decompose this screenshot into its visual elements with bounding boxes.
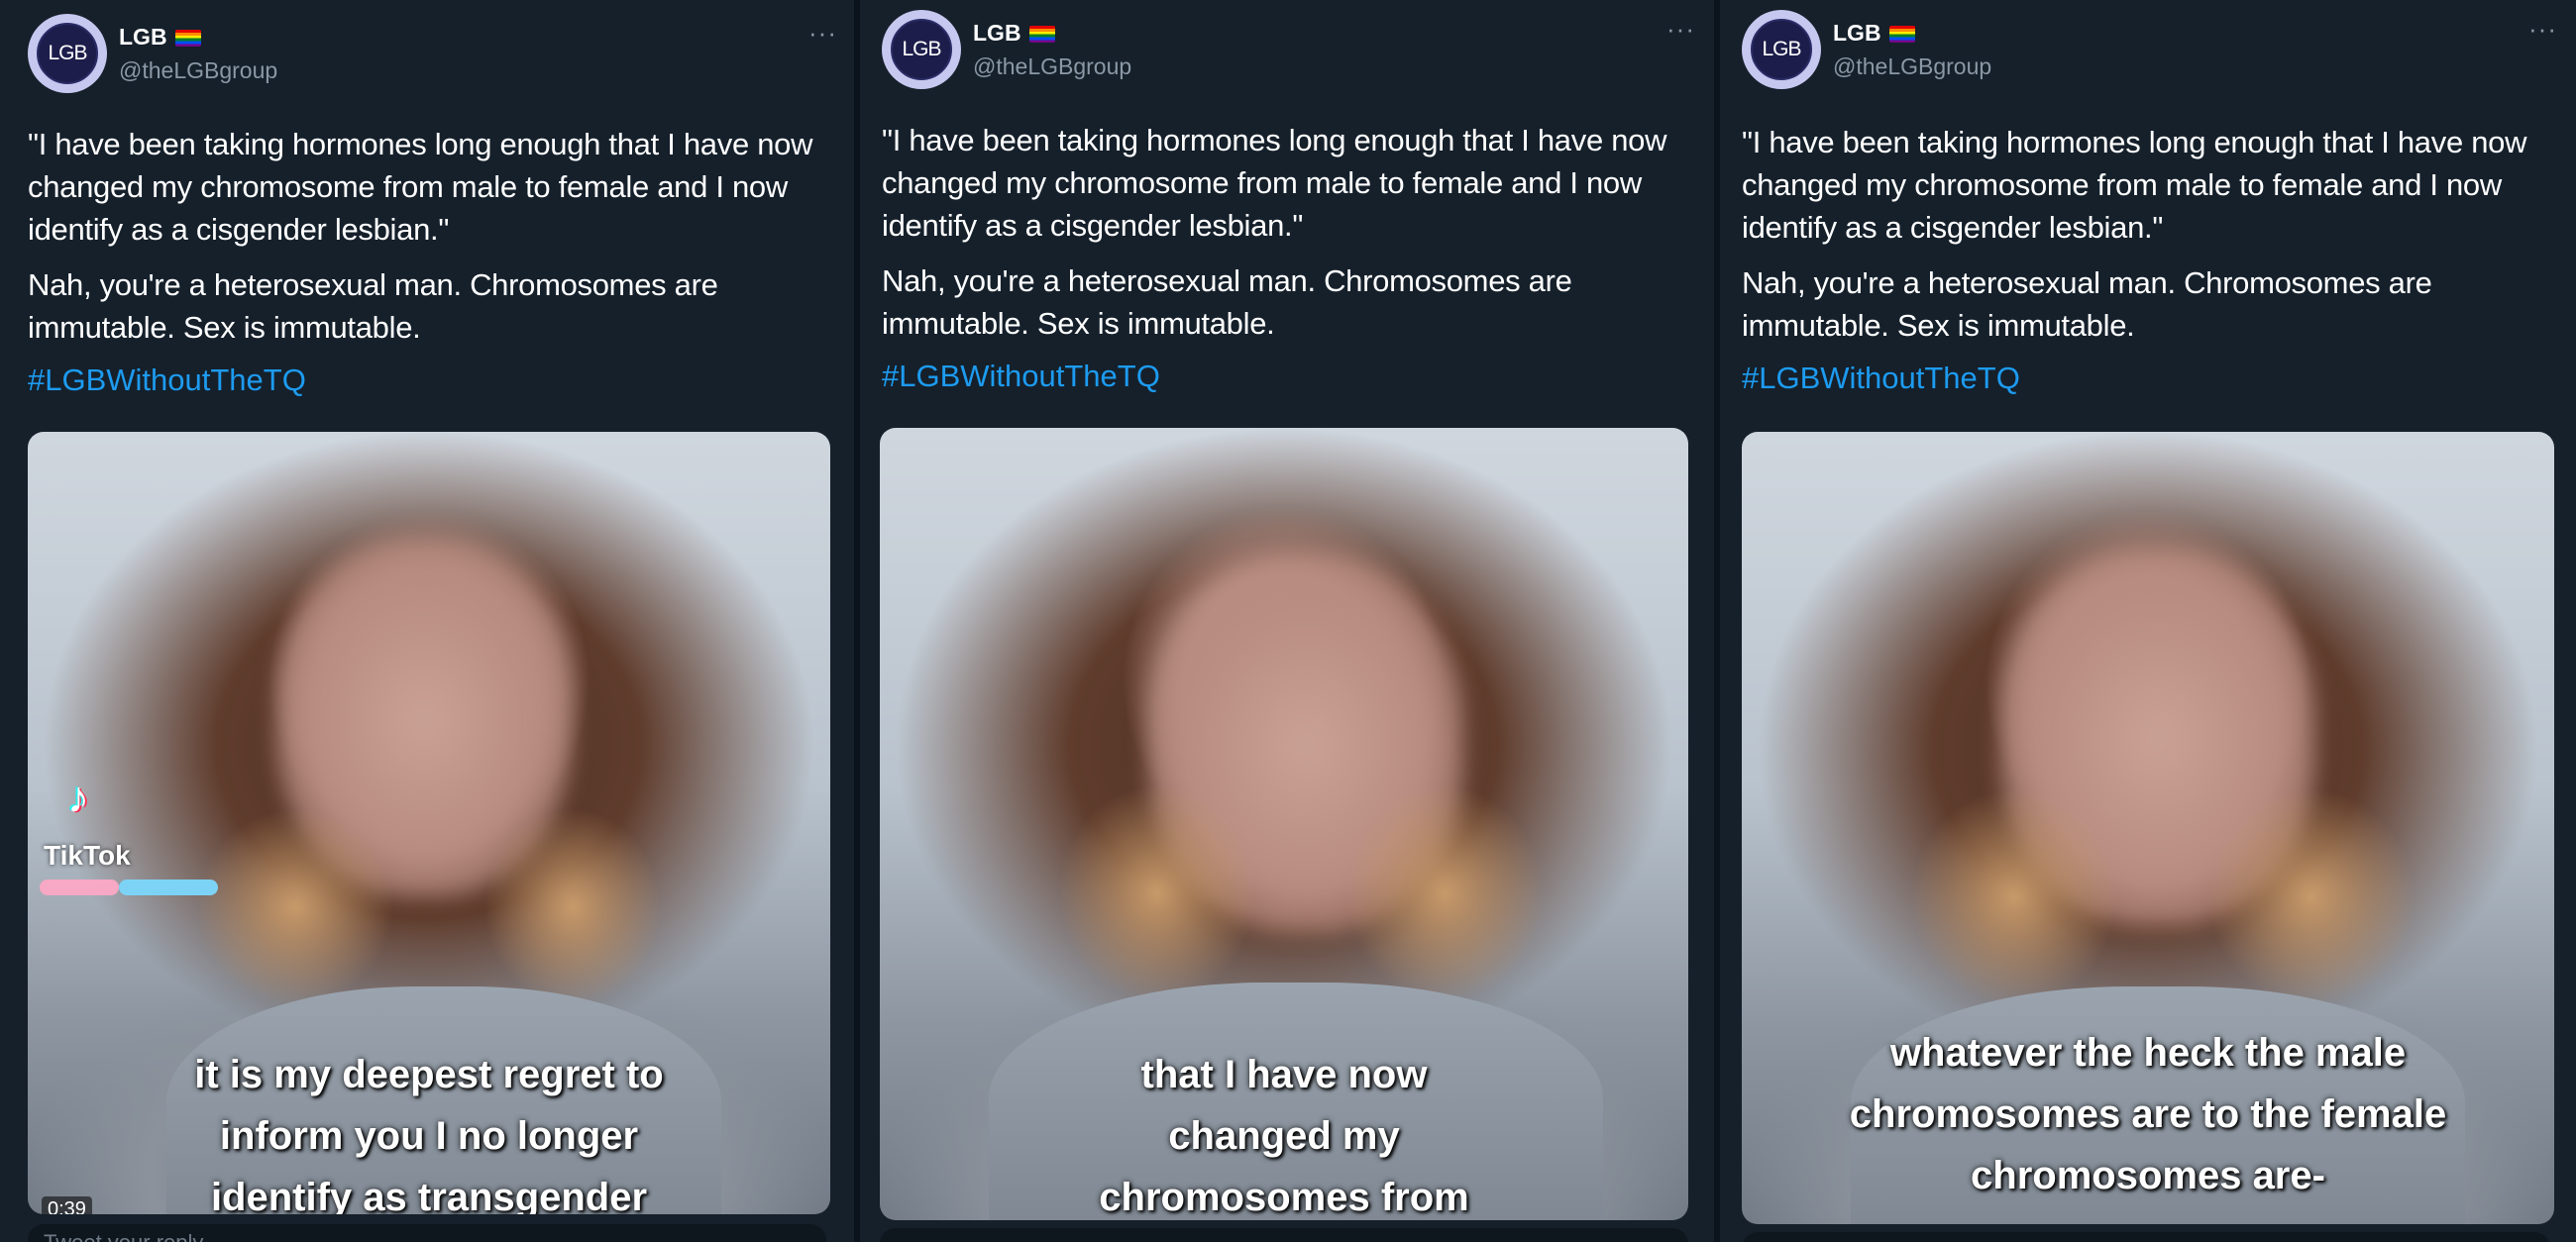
quoted-text: "I have been taking hormones long enough… xyxy=(28,127,813,247)
reply-input[interactable] xyxy=(1742,1232,2550,1242)
video-player[interactable]: ♪ TikTok it is my deepest regret to info… xyxy=(28,432,830,1214)
user-handle[interactable]: @theLGBgroup xyxy=(119,57,277,84)
screenshot-collage: LGB LGB @theLGBgroup ··· "I have been ta… xyxy=(0,0,2576,1242)
display-name[interactable]: LGB xyxy=(1833,20,1915,47)
hair-highlight xyxy=(1910,788,2118,1006)
quoted-text: "I have been taking hormones long enough… xyxy=(1742,125,2527,245)
display-name-text: LGB xyxy=(973,20,1021,46)
video-player[interactable]: that I have now changed my chromosomes f… xyxy=(880,428,1688,1220)
display-name[interactable]: LGB xyxy=(119,24,201,51)
hashtag-link[interactable]: #LGBWithoutTheTQ xyxy=(882,359,1160,394)
avatar[interactable]: LGB xyxy=(28,14,107,93)
tweet-text: Nah, you're a heterosexual man. Chromoso… xyxy=(882,263,1572,341)
tiktok-watermark: TikTok xyxy=(44,840,131,871)
more-options-icon[interactable]: ··· xyxy=(808,18,837,49)
hashtag-link[interactable]: #LGBWithoutTheTQ xyxy=(1742,361,2020,396)
tweet-text: Nah, you're a heterosexual man. Chromoso… xyxy=(1742,265,2432,343)
video-caption: it is my deepest regret to inform you I … xyxy=(194,1053,664,1214)
tweet-text: Nah, you're a heterosexual man. Chromoso… xyxy=(28,267,718,345)
username-bar-pink xyxy=(40,880,119,895)
avatar-logo: LGB xyxy=(37,23,98,84)
video-caption: whatever the heck the male chromosomes a… xyxy=(1849,1031,2447,1197)
rainbow-flag-icon xyxy=(1028,26,1055,44)
hair-highlight xyxy=(196,808,394,1006)
username-bar-blue xyxy=(119,880,218,895)
avatar-logo: LGB xyxy=(891,19,952,80)
hashtag-link[interactable]: #LGBWithoutTheTQ xyxy=(28,362,306,398)
avatar-logo: LGB xyxy=(1751,19,1812,80)
video-player[interactable]: whatever the heck the male chromosomes a… xyxy=(1742,432,2554,1224)
user-handle[interactable]: @theLGBgroup xyxy=(1833,53,1991,80)
avatar[interactable]: LGB xyxy=(882,10,961,89)
tiktok-logo-icon: ♪ xyxy=(67,774,89,822)
video-caption: that I have now changed my chromosomes f… xyxy=(1099,1053,1469,1219)
reply-input[interactable]: Tweet your reply xyxy=(28,1224,826,1242)
more-options-icon[interactable]: ··· xyxy=(2528,14,2557,45)
user-handle[interactable]: @theLGBgroup xyxy=(973,53,1131,80)
display-name[interactable]: LGB xyxy=(973,20,1055,47)
more-options-icon[interactable]: ··· xyxy=(1666,14,1695,45)
tweet-panel-2: LGB LGB @theLGBgroup ··· "I have been ta… xyxy=(860,0,1714,1242)
tweet-panel-3: LGB LGB @theLGBgroup ··· "I have been ta… xyxy=(1720,0,2576,1242)
display-name-text: LGB xyxy=(1833,20,1881,46)
hair-highlight xyxy=(2207,788,2415,1006)
tweet-panel-1: LGB LGB @theLGBgroup ··· "I have been ta… xyxy=(0,0,854,1242)
rainbow-flag-icon xyxy=(1888,26,1915,44)
hair-highlight xyxy=(1058,784,1256,1002)
hair-highlight xyxy=(1345,784,1544,1002)
video-duration: 0:39 xyxy=(42,1196,92,1214)
display-name-text: LGB xyxy=(119,24,167,50)
hair-highlight xyxy=(483,808,662,1006)
rainbow-flag-icon xyxy=(174,30,201,48)
reply-input[interactable] xyxy=(880,1228,1688,1242)
quoted-text: "I have been taking hormones long enough… xyxy=(882,123,1667,243)
avatar[interactable]: LGB xyxy=(1742,10,1821,89)
